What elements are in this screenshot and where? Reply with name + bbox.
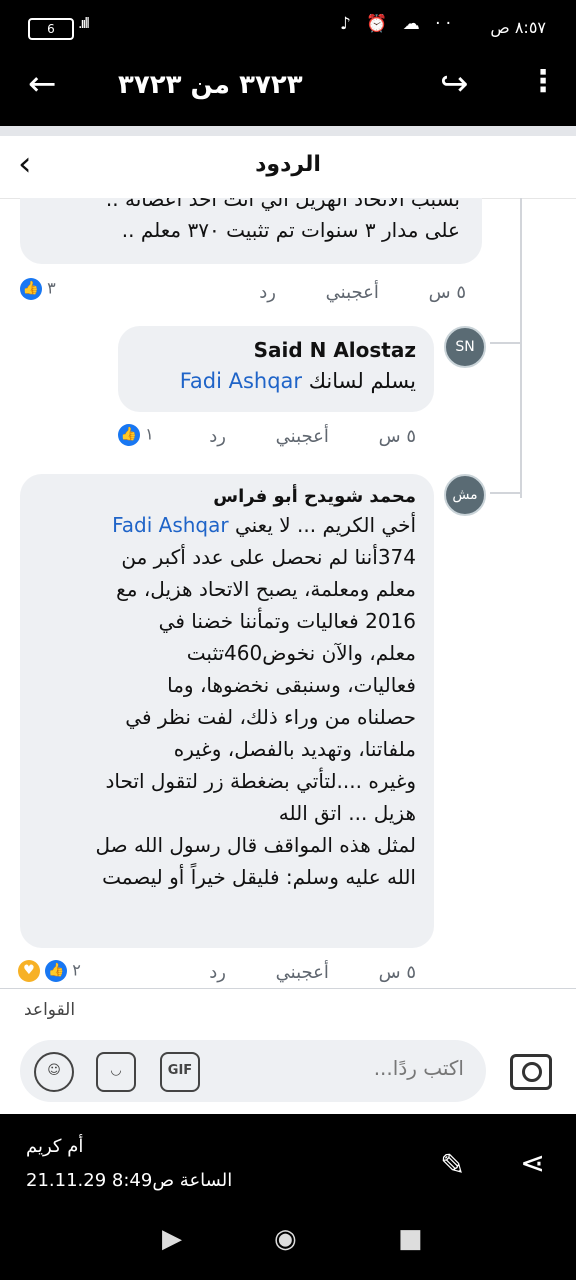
comment-line: هزيل ... اتق الله — [278, 801, 416, 825]
replies-header: ‹ الردود — [0, 136, 576, 199]
comment-text: يسلم لسانك — [308, 369, 416, 393]
thread-connector — [490, 342, 520, 344]
like-button[interactable]: أعجبني — [276, 962, 329, 983]
timestamp: 21.11.29 الساعة ص8:49 — [26, 1170, 233, 1191]
comment-text: على مدار ٣ سنوات تم تثبيت ٣٧٠ معلم .. — [121, 218, 460, 242]
care-reaction-icon: ♥ — [18, 960, 40, 982]
comment-time: ٥ س — [428, 282, 466, 303]
comment-actions: ٥ س أعجبني رد — [165, 962, 416, 983]
like-button[interactable]: أعجبني — [276, 426, 329, 447]
share-icon[interactable]: ⋖ — [520, 1146, 545, 1181]
nav-home-icon[interactable]: ◉ — [274, 1224, 297, 1254]
comment-text: بسبب الاتحاد الهزيل الي انت احد اعضائه .… — [105, 198, 460, 211]
comment-author[interactable]: محمد شويدح أبو فراس — [38, 486, 416, 507]
mention-link[interactable]: Fadi Ashqar — [112, 513, 228, 537]
like-button[interactable]: أعجبني — [326, 282, 379, 303]
signal-icon: .ııll — [78, 16, 90, 32]
reply-button[interactable]: رد — [209, 962, 226, 983]
edit-icon[interactable]: ✎ — [440, 1148, 465, 1183]
notification-icons: ♪ ⏰ ☁ ·· — [339, 14, 456, 34]
comment-time: ٥ س — [378, 962, 416, 983]
comment-bubble: Said N Alostaz يسلم لسانك Fadi Ashqar — [118, 326, 434, 412]
sender-name: أم كريم — [26, 1136, 84, 1157]
status-time: ٨:٥٧ ص — [490, 18, 546, 37]
comment-time: ٥ س — [378, 426, 416, 447]
gif-icon[interactable]: GIF — [160, 1052, 200, 1092]
page-title: الردود — [255, 152, 321, 177]
like-reaction-icon: 👍 — [45, 960, 68, 982]
nav-back-icon[interactable]: ▶ — [162, 1224, 182, 1254]
like-reaction-icon: 👍 — [20, 278, 42, 300]
reaction-count[interactable]: 👍 ١ — [118, 424, 154, 446]
comment-line: حصلناه من وراء ذلك، لفت نظر في — [125, 705, 416, 729]
comment-line: لمثل هذه المواقف قال رسول الله صل — [95, 833, 416, 857]
reaction-count[interactable]: ♥ 👍 ٢ — [18, 960, 81, 982]
back-arrow-icon[interactable]: ← — [28, 64, 57, 104]
comment-bubble: بسبب الاتحاد الهزيل الي انت احد اعضائه .… — [20, 198, 482, 264]
comment-line: معلم، والآن نخوض460تثبت — [186, 641, 416, 665]
forward-icon[interactable]: ↪ — [440, 64, 469, 104]
more-options-icon[interactable]: ⋮ — [528, 64, 558, 99]
battery-indicator: 6 — [28, 18, 74, 40]
comment-author[interactable]: Said N Alostaz — [136, 338, 416, 362]
camera-icon[interactable] — [510, 1054, 552, 1090]
camera-lens — [522, 1062, 542, 1082]
image-counter: ٣٧٢٣ من ٣٧٢٣ — [118, 70, 303, 100]
comment-text: أخي الكريم ... لا يعني — [234, 513, 416, 537]
thread-connector — [490, 492, 520, 494]
mention-link[interactable]: Fadi Ashqar — [180, 369, 302, 393]
rules-link[interactable]: القواعد — [24, 1000, 75, 1020]
viewer-top-bar: ← ٣٧٢٣ من ٣٧٢٣ ↪ ⋮ — [0, 58, 576, 118]
screenshot-image: ‹ الردود بسبب الاتحاد الهزيل الي انت احد… — [0, 126, 576, 1114]
avatar[interactable]: SN — [444, 326, 486, 368]
thread-line — [520, 198, 522, 498]
emoji-icon[interactable]: ☺ — [34, 1052, 74, 1092]
sticker-icon[interactable]: ◡ — [96, 1052, 136, 1092]
comment-line: فعاليات، وسنبقى نخضوها، وما — [167, 673, 416, 697]
comment-line: الله عليه وسلم: فليقل خيراً أو ليصمت — [102, 865, 416, 889]
reply-input[interactable]: اكتب ردًا... — [374, 1056, 464, 1080]
comment-line: 2016 فعاليات وتمأننا خضنا في — [158, 609, 416, 633]
comment-actions: ٥ س أعجبني رد — [215, 282, 466, 303]
comment-line: معلم ومعلمة، يصبح الاتحاد هزيل، مع — [116, 577, 416, 601]
comment-line: وغيره ....لتأتي بضغطة زر لتقول اتحاد — [105, 769, 417, 793]
reply-button[interactable]: رد — [259, 282, 276, 303]
divider — [0, 988, 576, 989]
reaction-count[interactable]: 👍 ٣ — [20, 278, 56, 300]
like-reaction-icon: 👍 — [118, 424, 140, 446]
status-strip — [0, 126, 576, 136]
nav-recents-icon[interactable]: ■ — [398, 1224, 423, 1254]
status-bar: 6 .ııll ♪ ⏰ ☁ ·· ٨:٥٧ ص — [0, 0, 576, 58]
comment-line: 374أننا لم نحصل على عدد أكبر من — [121, 545, 416, 569]
comment-line: ملفاتنا، وتهديد بالفصل، وغيره — [173, 737, 416, 761]
comment-actions: ٥ س أعجبني رد — [165, 426, 416, 447]
viewer-bottom-bar: أم كريم 21.11.29 الساعة ص8:49 ✎ ⋖ ▶ ◉ ■ — [0, 1114, 576, 1280]
reply-button[interactable]: رد — [209, 426, 226, 447]
reply-composer[interactable]: ☺ ◡ GIF اكتب ردًا... — [20, 1040, 486, 1102]
avatar[interactable]: مش — [444, 474, 486, 516]
comment-bubble: محمد شويدح أبو فراس أخي الكريم ... لا يع… — [20, 474, 434, 948]
